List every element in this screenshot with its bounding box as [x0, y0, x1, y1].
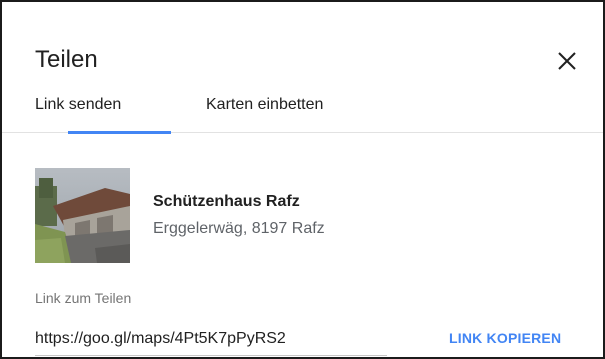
street-view-photo: [35, 168, 130, 263]
active-tab-indicator: [68, 131, 171, 134]
share-link-label: Link zum Teilen: [35, 290, 132, 306]
close-icon: [558, 52, 576, 70]
tab-label: Karten einbetten: [206, 96, 324, 113]
copy-link-button[interactable]: LINK KOPIEREN: [449, 328, 561, 348]
close-button[interactable]: [550, 44, 584, 78]
place-address: Erggelerwäg, 8197 Rafz: [153, 220, 325, 237]
tab-label: Link senden: [35, 96, 122, 113]
share-dialog: Teilen Link senden Karten einbetten Schü…: [0, 0, 605, 359]
place-name: Schützenhaus Rafz: [153, 193, 300, 210]
place-thumbnail: [35, 168, 130, 263]
tab-link-senden[interactable]: Link senden: [35, 94, 171, 134]
tab-karten-einbetten[interactable]: Karten einbetten: [206, 94, 323, 133]
tab-bar: Link senden Karten einbetten: [2, 86, 603, 134]
dialog-title: Teilen: [35, 46, 98, 73]
share-link-field[interactable]: [35, 322, 387, 356]
